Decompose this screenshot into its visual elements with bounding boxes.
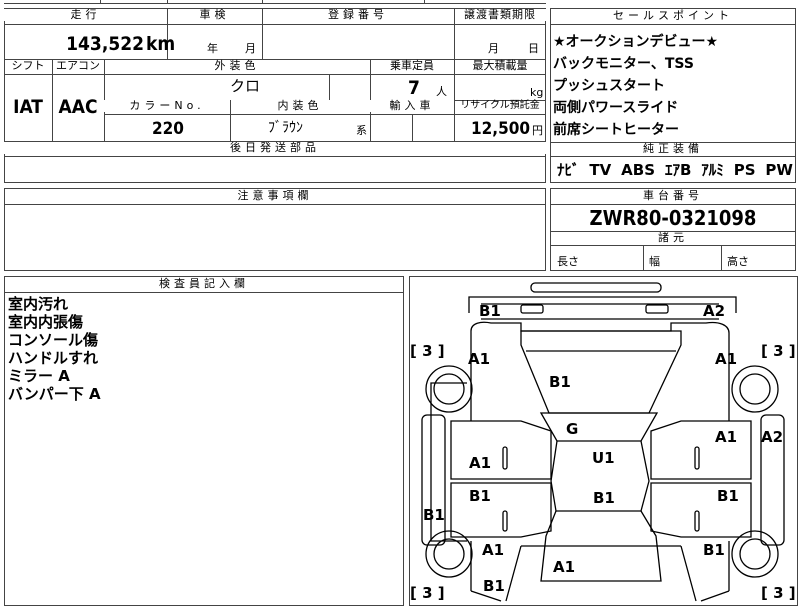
dims-header: 諸元 — [551, 232, 795, 244]
inspector-comment: コンソール傷 — [8, 331, 99, 349]
mark-rear-fender-right: B1 — [703, 541, 725, 559]
deferred-parts-header: 後日発送部品 — [4, 142, 546, 154]
inspection-header: 車検 — [167, 9, 262, 21]
sales-points-header: セールスポイント — [551, 10, 795, 22]
mark-tire-rear-right: [ 3 ] — [761, 584, 796, 602]
interior-color-value: ﾌﾞﾗｳﾝ — [268, 120, 303, 136]
mark-rear-center: B1 — [593, 489, 615, 507]
equipment-ps: PS — [733, 161, 756, 179]
mark-rear-quarter-left: A1 — [553, 558, 575, 576]
sales-points-box: セールスポイント ★オークションデビュー★ バックモニター、TSS プッシュスタ… — [550, 8, 796, 183]
mark-front-door-right: A1 — [715, 428, 737, 446]
sales-point-item: バックモニター、TSS — [553, 56, 694, 72]
color-no-value: 220 — [152, 119, 184, 139]
inspection-month: 月 — [245, 42, 256, 55]
inspector-box: 検査員記入欄 室内汚れ 室内内張傷 コンソール傷 ハンドルすれ ミラー A バン… — [4, 276, 404, 606]
equipment-header: 純正装備 — [551, 143, 795, 155]
sales-point-item: 両側パワースライド — [553, 100, 679, 116]
max-load-header: 最大積載量 — [472, 59, 528, 72]
mark-rear-bottom-left: B1 — [483, 577, 505, 595]
color-no-header: カラーNo. — [104, 100, 230, 112]
notes-header: 注意事項欄 — [5, 190, 545, 202]
car-diagram: B1 A2 [ 3 ] [ 3 ] A1 A1 B1 G U1 A1 A1 A2… — [410, 282, 796, 602]
recycle-value: 12,500 — [470, 119, 530, 139]
mark-front-fender-right: A1 — [715, 350, 737, 368]
shift-value: IAT — [13, 96, 43, 118]
interior-color-suffix: 系 — [356, 124, 367, 137]
equipment-list: ﾅﾋﾞ TV ABS ｴｱB ｱﾙﾐ PS PW — [557, 161, 793, 179]
aircon-header: エアコン — [56, 59, 100, 72]
mileage-value: 143,522 — [66, 33, 144, 55]
mileage-unit: km — [146, 33, 176, 55]
registration-header: 登録番号 — [262, 9, 454, 21]
inspector-comment: ミラー A — [8, 367, 70, 385]
mark-left-rocker: B1 — [423, 506, 445, 524]
interior-color-header: 内装色 — [230, 100, 370, 112]
mark-front-left-corner: B1 — [479, 302, 501, 320]
mark-tire-rear-left: [ 3 ] — [410, 584, 445, 602]
mark-tire-front-right: [ 3 ] — [761, 342, 796, 360]
sales-points-list: ★オークションデビュー★ バックモニター、TSS プッシュスタート 両側パワース… — [553, 31, 793, 141]
shift-header: シフト — [11, 59, 45, 72]
notes-box: 注意事項欄 — [4, 188, 546, 271]
capacity-unit: 人 — [436, 85, 447, 98]
sales-point-item: プッシュスタート — [553, 78, 665, 94]
mark-front-door-left: A1 — [469, 454, 491, 472]
equipment-navi: ﾅﾋﾞ — [557, 161, 580, 179]
inspector-comment: バンパー下 A — [8, 385, 101, 403]
equipment-tv: TV — [589, 161, 612, 179]
mark-rear-door-left: B1 — [469, 487, 491, 505]
aircon-value: AAC — [58, 96, 98, 118]
height-label: 高さ — [727, 255, 749, 268]
mark-roof: U1 — [592, 449, 615, 467]
mark-rear-fender-left: A1 — [482, 541, 504, 559]
mileage-header: 走行 — [4, 9, 167, 21]
mark-hood: B1 — [549, 373, 571, 391]
equipment-abs: ABS — [621, 161, 656, 179]
transfer-month: 月 — [488, 42, 499, 55]
chassis-number: ZWR80-0321098 — [589, 206, 757, 230]
chassis-box: 車台番号 ZWR80-0321098 諸元 長さ 幅 高さ — [550, 188, 796, 271]
exterior-color-header: 外装色 — [104, 60, 370, 72]
mark-rear-door-right: B1 — [717, 487, 739, 505]
inspector-comment: 室内内張傷 — [8, 313, 84, 331]
inspector-comment: ハンドルすれ — [8, 349, 99, 367]
vehicle-info-table: 走行 車検 登録番号 譲渡書類期限 143,522 km 年 月 月 日 シフト… — [4, 0, 546, 183]
inspector-header: 検査員記入欄 — [5, 278, 403, 290]
equipment-airbag: ｴｱB — [664, 161, 692, 179]
inspection-year: 年 — [207, 42, 218, 55]
recycle-header: リサイクル預託金 — [460, 100, 540, 111]
transfer-day: 日 — [528, 42, 539, 55]
capacity-header: 乗車定員 — [390, 59, 434, 72]
mark-front-fender-left: A1 — [468, 350, 490, 368]
length-label: 長さ — [557, 255, 579, 268]
recycle-unit: 円 — [532, 124, 543, 137]
capacity-value: 7 — [408, 77, 420, 99]
mark-tire-front-left: [ 3 ] — [410, 342, 445, 360]
max-load-unit: kg — [530, 86, 544, 99]
car-diagram-box: B1 A2 [ 3 ] [ 3 ] A1 A1 B1 G U1 A1 A1 A2… — [409, 276, 798, 606]
transfer-deadline-header: 譲渡書類期限 — [454, 9, 546, 21]
mark-windshield: G — [566, 420, 578, 438]
chassis-header: 車台番号 — [551, 190, 795, 202]
mark-front-right-corner: A2 — [703, 302, 725, 320]
exterior-color-value: クロ — [230, 77, 261, 95]
sales-point-item: 前席シートヒーター — [553, 122, 679, 138]
import-header: 輸入車 — [370, 100, 454, 112]
equipment-alloy: ｱﾙﾐ — [701, 161, 724, 179]
mark-right-side-panel: A2 — [761, 428, 783, 446]
equipment-pw: PW — [765, 161, 793, 179]
inspector-comment: 室内汚れ — [8, 295, 69, 313]
width-label: 幅 — [649, 255, 660, 268]
sales-point-item: ★オークションデビュー★ — [553, 34, 719, 50]
inspector-comments: 室内汚れ 室内内張傷 コンソール傷 ハンドルすれ ミラー A バンパー下 A — [8, 295, 388, 403]
